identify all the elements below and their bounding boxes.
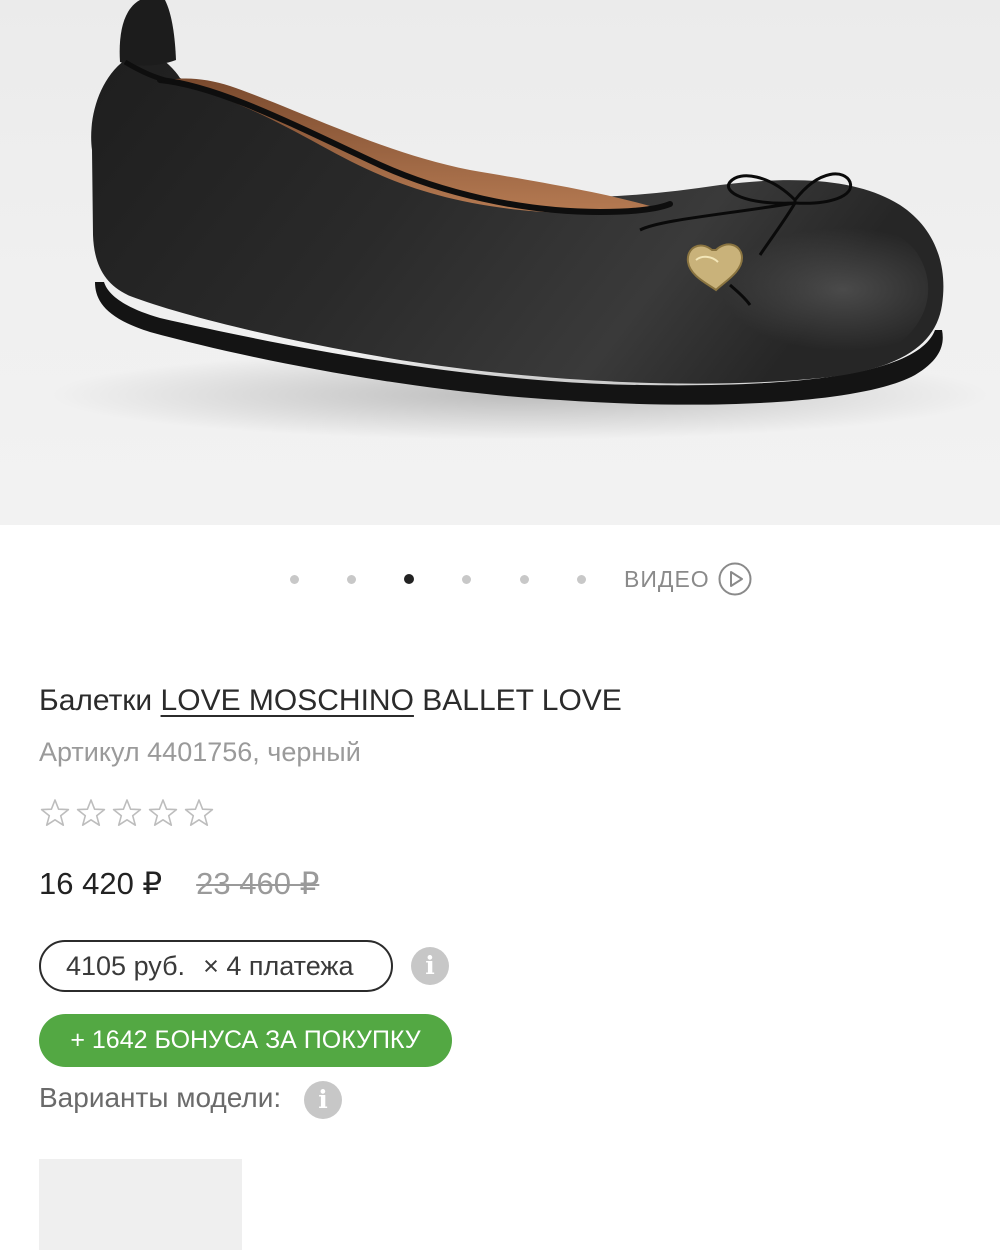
carousel-dot[interactable]	[290, 575, 299, 584]
bonus-button[interactable]: + 1642 БОНУСА ЗА ПОКУПКУ	[39, 1014, 452, 1067]
video-label: ВИДЕО	[624, 565, 710, 592]
star-outline-icon[interactable]	[111, 797, 143, 829]
carousel-dot[interactable]	[577, 575, 586, 584]
star-outline-icon[interactable]	[75, 797, 107, 829]
installment-amount: 4105 руб.	[66, 950, 186, 981]
product-title: Балетки LOVE MOSCHINO BALLET LOVE	[39, 684, 622, 718]
installment-button[interactable]: 4105 руб. × 4 платежа	[39, 940, 393, 992]
carousel-dot-active[interactable]	[404, 574, 414, 584]
installment-times: × 4 платежа	[203, 950, 354, 981]
product-page: ВИДЕО Балетки LOVE MOSCHINO BALLET LOVE …	[0, 0, 1000, 1250]
play-circle-icon	[718, 562, 752, 596]
star-outline-icon[interactable]	[39, 797, 71, 829]
star-outline-icon[interactable]	[147, 797, 179, 829]
carousel-dot[interactable]	[347, 575, 356, 584]
carousel-dot[interactable]	[462, 575, 471, 584]
product-image[interactable]	[0, 0, 1000, 525]
article-number: Артикул 4401756, черный	[39, 737, 361, 767]
star-outline-icon[interactable]	[183, 797, 215, 829]
video-button[interactable]: ВИДЕО	[624, 561, 752, 597]
info-icon[interactable]: i	[304, 1081, 342, 1119]
variants-label: Варианты модели:	[39, 1082, 282, 1113]
info-icon[interactable]: i	[411, 947, 449, 985]
image-carousel-pagination: ВИДЕО	[0, 558, 1000, 600]
old-price: 23 460 ₽	[196, 866, 320, 901]
variant-thumbnail[interactable]	[39, 1159, 242, 1250]
ballet-flat-illustration	[50, 0, 990, 440]
product-model: BALLET LOVE	[422, 684, 622, 717]
price-block: 16 420 ₽ 23 460 ₽	[39, 866, 319, 902]
carousel-dot[interactable]	[520, 575, 529, 584]
brand-link[interactable]: LOVE MOSCHINO	[161, 684, 414, 717]
current-price: 16 420 ₽	[39, 866, 163, 901]
product-type: Балетки	[39, 684, 153, 717]
rating-stars[interactable]	[39, 797, 215, 829]
